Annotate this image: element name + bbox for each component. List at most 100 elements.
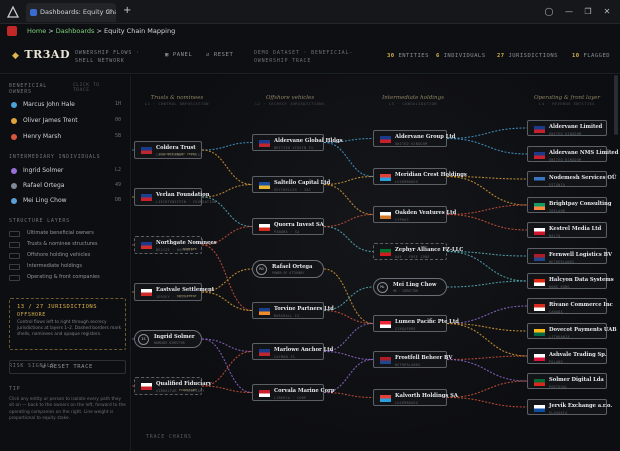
ownership-link[interactable] <box>446 396 528 408</box>
app-subtitle: OWNERSHIP FLOWS · SHELL NETWORK <box>75 49 140 65</box>
entity-node[interactable]: Solmer Digital Lda PORTUGAL <box>527 373 607 389</box>
ownership-link[interactable] <box>323 213 374 228</box>
intermediary-rafael-ortega[interactable]: Rafael Ortega 49 <box>4 179 126 193</box>
entity-node[interactable]: Torvine Partners Ltd MARSHALL IS. <box>252 302 334 319</box>
new-tab-button[interactable]: + <box>123 5 131 16</box>
ownership-link[interactable] <box>323 175 374 186</box>
owner-marcus-john-hale[interactable]: Marcus John Hale 1H <box>4 98 126 112</box>
intermediary-ingrid-solmer[interactable]: Ingrid Solmer L2 <box>4 164 126 178</box>
intermediary-mei-ling-chow[interactable]: Mei Ling Chow DB <box>4 194 126 208</box>
entity-node[interactable]: Oakden Ventures Ltd CYPRUS <box>373 206 456 223</box>
flag-gi-icon <box>141 383 152 390</box>
ownership-link[interactable] <box>446 358 528 382</box>
entity-node[interactable]: Northgate Nominees BELIZE · NOMINEE NOMINE… <box>134 236 217 254</box>
ownership-link[interactable] <box>201 244 253 312</box>
stat-label: JURISDICTIONS <box>508 53 558 59</box>
entity-node[interactable]: Aldervane NMS Limited UNITED KINGDOM <box>527 146 618 162</box>
person-node[interactable]: IS Ingrid Solmer NOMINEE DIRECTOR <box>134 330 202 348</box>
entity-node[interactable]: Rivane Commerce Inc CANADA <box>527 298 613 314</box>
entity-node[interactable]: Qualified Fiduciary GIBRALTAR · FIDUCIARY… <box>134 377 211 395</box>
ownership-link[interactable] <box>201 149 253 186</box>
ownership-link[interactable] <box>446 204 528 216</box>
ownership-link[interactable] <box>201 183 253 198</box>
entity-node[interactable]: Frostfell Beheer BV NETHERLANDS <box>373 351 452 368</box>
ownership-link[interactable] <box>446 322 528 357</box>
entity-node[interactable]: Corvala Marine Corp LIBERIA · CORP <box>252 384 334 401</box>
brand-logo[interactable]: ◆ TR3AD <box>12 48 70 61</box>
ownership-link[interactable] <box>323 309 374 325</box>
entity-node[interactable]: Halcyon Data Systems HONG KONG <box>527 273 614 289</box>
entity-node[interactable]: Ashvale Trading Sp. POLAND <box>527 348 607 364</box>
panel-button[interactable]: ▣ PANEL <box>165 52 192 58</box>
entity-name: Rivane Commerce Inc <box>549 302 613 308</box>
entity-node[interactable]: Coldera Trust COOK ISLANDS · TRUST DISCRET… <box>134 141 202 159</box>
entity-name: Brightpay Consulting <box>549 201 612 207</box>
tab-close-icon[interactable]: × <box>106 3 112 22</box>
ownership-link[interactable] <box>446 355 528 361</box>
entity-node[interactable]: Aldervane Limited UNITED KINGDOM <box>527 120 607 136</box>
entity-node[interactable]: Lumen Pacific Pte Ltd SINGAPORE <box>373 315 459 332</box>
ownership-link[interactable] <box>446 137 528 155</box>
owner-oliver-james-trent[interactable]: Oliver James Trent 00 <box>4 114 126 128</box>
risk-label: OFFSHORE <box>17 312 46 318</box>
entity-node[interactable]: Fernwell Logistics BV NETHERLANDS <box>527 248 612 264</box>
entity-node[interactable]: Saltello Capital Ltd SEYCHELLES · IBC <box>252 176 330 193</box>
ownership-link[interactable] <box>323 268 374 325</box>
entity-node[interactable]: Aldervane Group Ltd UNITED KINGDOM <box>373 130 455 147</box>
entity-jurisdiction: CYPRUS <box>395 218 409 222</box>
entity-node[interactable]: Kalvorth Holdings SA LUXEMBOURG <box>373 389 458 406</box>
maximize-button[interactable]: ❐ <box>581 5 595 19</box>
entity-node[interactable]: Meridian Crest Holdings LUXEMBOURG <box>373 168 467 185</box>
ownership-link[interactable] <box>446 175 528 206</box>
entity-name: Fernwell Logistics BV <box>549 252 613 258</box>
profile-icon[interactable]: ◯ <box>542 5 556 19</box>
flag-gb-icon <box>534 126 545 133</box>
breadcrumb-dashboards[interactable]: Dashboards <box>56 27 95 35</box>
person-role: NOMINEE DIRECTOR <box>154 341 185 345</box>
entity-node[interactable]: Quorra Invest SA PANAMA · SA <box>252 218 324 235</box>
entity-name: Ashvale Trading Sp. <box>549 352 607 358</box>
close-window-button[interactable]: ✕ <box>600 5 614 19</box>
person-node[interactable]: RO Rafael Ortega POWER OF ATTORNEY <box>252 260 324 278</box>
ownership-link[interactable] <box>446 127 528 140</box>
entity-node[interactable]: Aldervane Global Hldgs BRITISH VIRGIN IS. <box>252 134 343 151</box>
owner-henry-marsh[interactable]: Henry Marsh 5B <box>4 130 126 144</box>
flag-nz-icon <box>141 147 152 154</box>
entity-node[interactable]: Kestrel Media Ltd MALTA <box>527 222 607 238</box>
reset-trace-button[interactable]: ↺ RESET TRACE <box>9 360 126 374</box>
entity-jurisdiction: CAYMAN IS. <box>274 355 298 359</box>
ownership-link[interactable] <box>323 183 374 216</box>
layer-swatch <box>9 242 20 248</box>
entity-name: Solmer Digital Lda <box>549 377 604 383</box>
entity-node[interactable]: Dovecot Payments UAB LITHUANIA <box>527 323 617 339</box>
ownership-link[interactable] <box>323 225 374 253</box>
entity-node[interactable]: Zephyr Alliance FZ-LLC UAE · FREE ZONE <box>373 243 463 260</box>
avatar: IS <box>138 334 149 345</box>
person-dot-icon <box>11 168 17 174</box>
minimize-button[interactable]: — <box>562 5 576 19</box>
ownership-link[interactable] <box>446 380 528 399</box>
entity-node[interactable]: Marlowe Anchor Ltd CAYMAN IS. <box>252 343 333 360</box>
entity-node[interactable]: Verlan Foundation LIECHTENSTEIN · FOUNDAT… <box>134 188 216 206</box>
person-node[interactable]: ML Mei Ling Chow HK · DIRECTOR <box>373 278 447 296</box>
entity-node[interactable]: Eastvale Settlement JERSEY · TRUST SETTLEM… <box>134 283 214 301</box>
stat-value: 10 <box>572 53 580 59</box>
entity-node[interactable]: Nodemesh Services OÜ ESTONIA <box>527 171 616 187</box>
entity-node[interactable]: Brightpay Consulting IRELAND <box>527 197 611 213</box>
ownership-link[interactable] <box>201 141 253 151</box>
layer-l1: Trusts & nominee structures <box>9 241 127 250</box>
entity-jurisdiction: MARSHALL IS. <box>274 314 302 318</box>
ownership-link[interactable] <box>446 280 528 288</box>
flag-cy-icon <box>380 212 391 219</box>
subtitle-line: OWNERSHIP FLOWS · <box>75 50 140 56</box>
browser-tab[interactable]: Dashboards: Equity Chain ... × <box>26 3 116 22</box>
reset-button[interactable]: ↺ RESET <box>206 52 233 58</box>
canvas-scrollbar[interactable] <box>614 75 618 135</box>
ownership-link[interactable] <box>323 141 374 178</box>
breadcrumb-home[interactable]: Home <box>27 27 46 35</box>
entity-node[interactable]: Jervik Exchange a.r.o. SLOVAKIA <box>527 399 612 415</box>
flag-lr-icon <box>259 390 270 397</box>
ownership-link[interactable] <box>446 213 528 231</box>
ownership-link[interactable] <box>446 305 528 325</box>
entity-jurisdiction: SEYCHELLES · IBC <box>274 188 312 192</box>
